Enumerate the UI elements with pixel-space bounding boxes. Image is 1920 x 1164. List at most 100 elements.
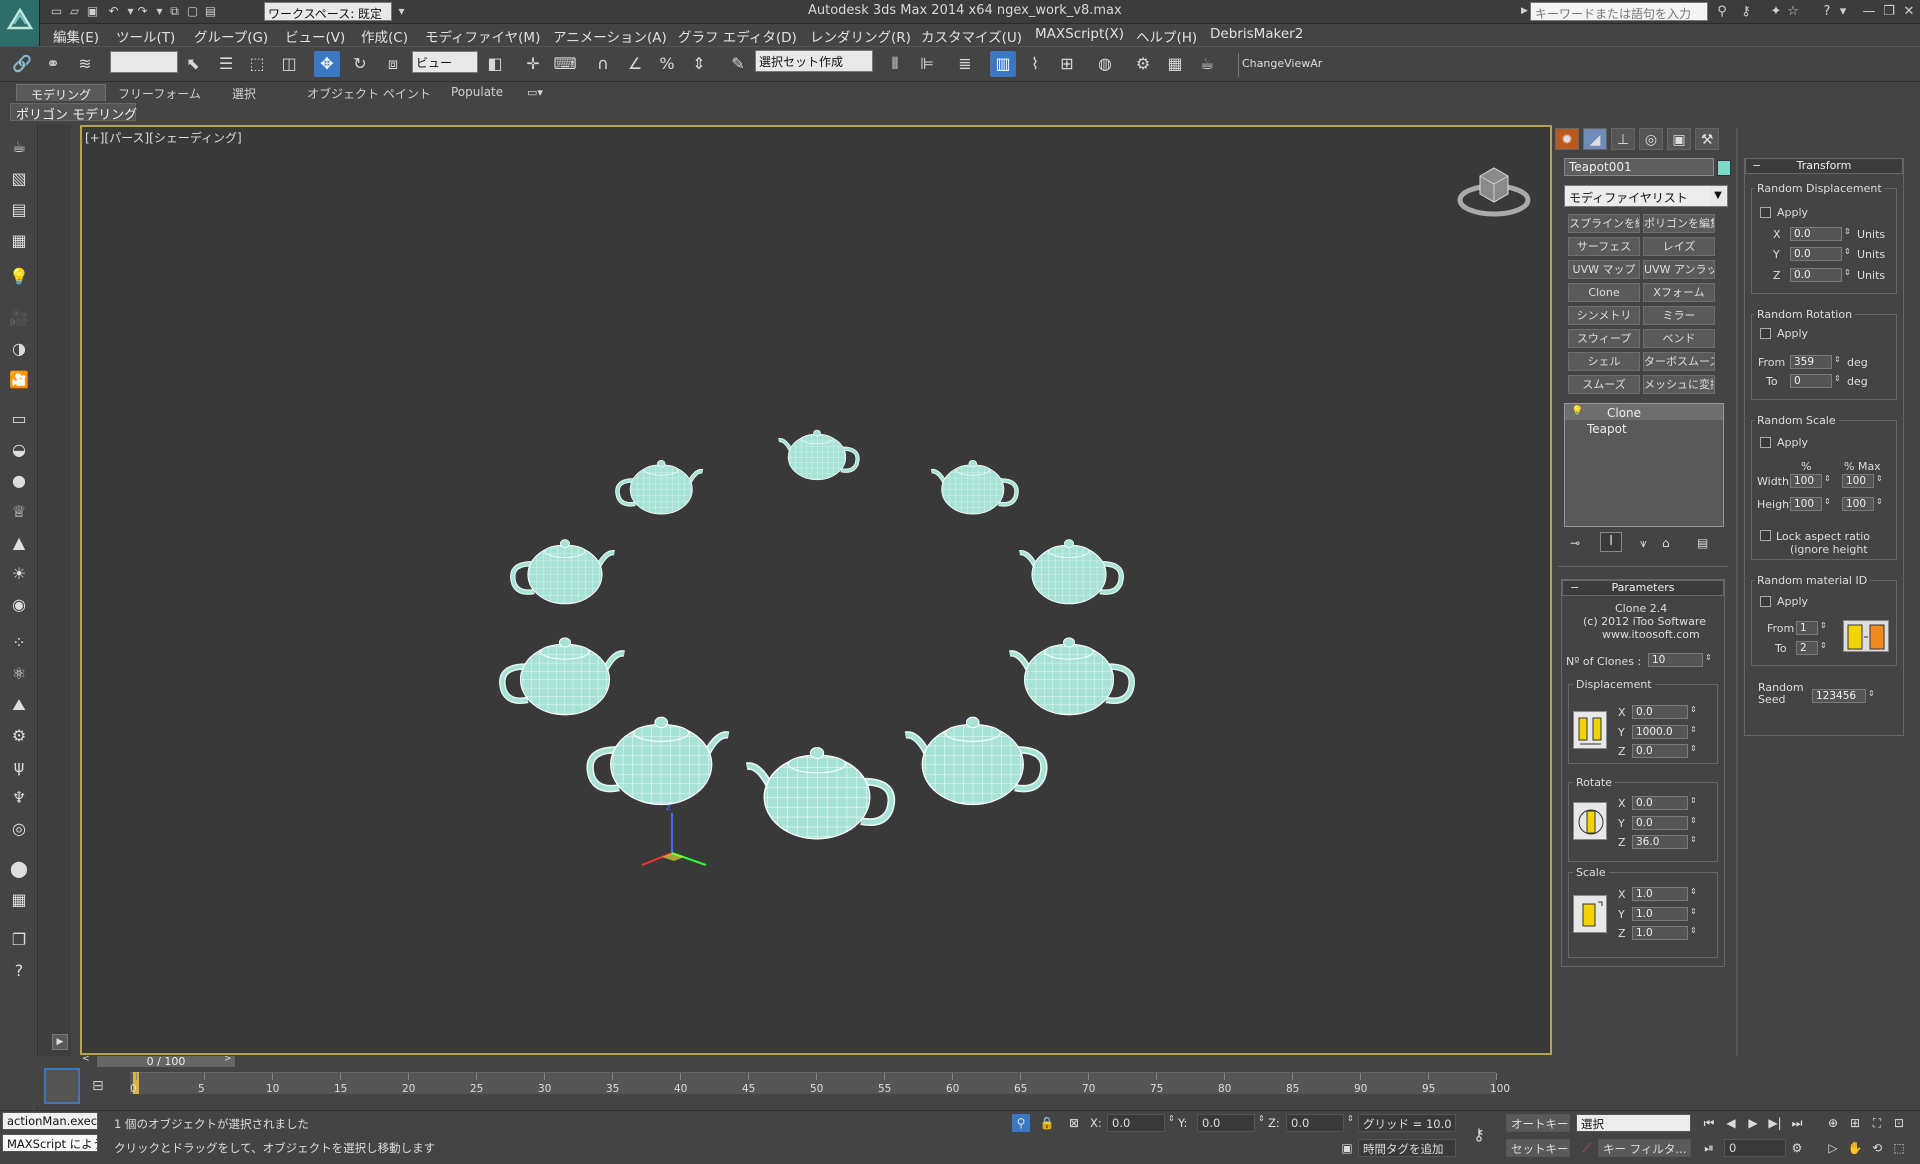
spinner-arrows-icon[interactable]: ⇕ [1876,497,1883,506]
spinner-arrows-icon[interactable]: ⇕ [1705,653,1712,662]
spinner-arrows-icon[interactable]: ⇕ [1824,474,1831,483]
object-color-swatch[interactable] [1717,160,1731,176]
teapot-object[interactable] [930,459,1019,515]
menu-debrismaker[interactable]: DebrisMaker2 [1210,26,1303,42]
spinner-arrows-icon[interactable]: ⇕ [1834,374,1841,383]
object-name-field[interactable]: Teapot001 [1564,158,1714,176]
orbit-icon[interactable]: ⟲ [1868,1139,1886,1157]
teapot-object[interactable] [1019,539,1124,605]
ribbon-panel-polygon-modeling[interactable]: ポリゴン モデリング [10,103,137,123]
gear-icon[interactable]: ⚙ [6,723,32,749]
mirror-icon[interactable]: ⫴ [882,51,908,77]
camera-icon[interactable]: 🎥 [6,305,32,331]
spinner-arrows-icon[interactable]: ⇕ [1690,705,1697,714]
dome-primitive-icon[interactable]: ◒ [6,437,32,463]
angle-snap-icon[interactable]: ∠ [622,51,648,77]
molecule-icon[interactable]: ⚛ [6,661,32,687]
redo-icon[interactable]: ↷ [134,3,151,19]
scale-y-spinner[interactable]: 1.0 [1632,907,1688,921]
go-to-start-icon[interactable]: ⏮ [1700,1114,1718,1132]
restore-window-icon[interactable]: ❐ [1880,3,1898,20]
teapot-object[interactable] [586,716,730,806]
key-mode-toggle-icon[interactable]: ⏯ [1700,1139,1718,1157]
auto-key-button[interactable]: オートキー [1506,1114,1570,1132]
spinner-arrows-icon[interactable]: ⇕ [1844,268,1851,277]
modbtn-convert-to-mesh[interactable]: メッシュに変換 [1643,375,1715,394]
select-and-link-icon[interactable]: 🔗 [9,51,35,77]
spinner-arrows-icon[interactable]: ⇕ [1820,641,1827,650]
add-time-tag-button[interactable]: 時間タグを追加 [1358,1139,1456,1157]
rot-x-spinner[interactable]: 0.0 [1632,796,1688,810]
modbtn-lathe[interactable]: レイズ [1643,237,1715,256]
rd-z-spinner[interactable]: 0.0 [1790,268,1842,282]
render-frame-icon[interactable]: ▧ [6,166,32,192]
absolute-mode-icon[interactable]: ⊠ [1065,1114,1083,1132]
select-and-scale-icon[interactable]: ⧈ [380,51,406,77]
render-production-icon[interactable]: ☕ [1194,51,1220,77]
spinner-arrows-icon[interactable]: ⇕ [1347,1114,1354,1123]
current-frame-field[interactable]: 0 [1724,1139,1786,1157]
modbtn-uvw-map[interactable]: UVW マップ [1568,260,1640,279]
rs-width-spinner[interactable]: 100 [1790,474,1822,488]
scale-z-spinner[interactable]: 1.0 [1632,926,1688,940]
material-sphere-icon[interactable]: ⬤ [6,856,32,882]
communication-center-icon[interactable]: ✦ [1767,3,1785,20]
rr-apply-checkbox[interactable] [1760,328,1771,339]
particles-icon[interactable]: ⁘ [6,630,32,656]
save-file-icon[interactable]: ▣ [84,3,101,19]
spinner-arrows-icon[interactable]: ⇕ [1168,1114,1175,1123]
menu-animation[interactable]: アニメーション(A) [553,26,667,46]
layer-manager-icon[interactable]: ≣ [952,51,978,77]
maxscript-listener-line-2[interactable]: MAXScript によう [2,1134,98,1152]
favorites-star-icon[interactable]: ☆ [1784,3,1802,20]
rot-z-spinner[interactable]: 36.0 [1632,835,1688,849]
cone-primitive-icon[interactable]: ▲ [6,530,32,556]
select-by-name-icon[interactable]: ☰ [213,51,239,77]
spinner-arrows-icon[interactable]: ⇕ [1690,796,1697,805]
rs-width-max-spinner[interactable]: 100 [1842,474,1874,488]
modbtn-edit-spline[interactable]: スプラインを編集 [1568,214,1640,233]
menu-rendering[interactable]: レンダリング(R) [810,26,911,46]
tab-populate[interactable]: Populate [437,84,517,101]
transform-rollout-header[interactable]: Transform [1745,158,1903,174]
spinner-arrows-icon[interactable]: ⇕ [1844,247,1851,256]
light-bulb-icon[interactable]: 💡 [6,264,32,290]
spinner-arrows-icon[interactable]: ⇕ [1844,227,1851,236]
rd-y-spinner[interactable]: 0.0 [1790,247,1842,261]
lightbulb-toggle-icon[interactable]: 💡 [1571,406,1583,417]
teapot-object[interactable] [499,637,625,716]
customize-quick-access-icon[interactable]: ▾ [393,3,410,19]
keyboard-shortcut-override-icon[interactable]: ⌨ [552,51,578,77]
menu-modifiers[interactable]: モディファイヤ(M) [425,26,540,46]
percent-snap-icon[interactable]: % [654,51,680,77]
lock-aspect-checkbox[interactable] [1760,530,1771,541]
hold-icon[interactable]: ⧉ [166,3,183,19]
layer-stack-icon[interactable]: ❐ [6,927,32,953]
expand-right-icon[interactable]: ▶ [52,1034,68,1050]
render-setup-icon[interactable]: ⚙ [1130,51,1156,77]
sound-icon[interactable]: ◑ [6,336,32,362]
teapot-object[interactable] [745,746,896,840]
selection-filter-dropdown[interactable] [110,51,178,73]
rd-x-spinner[interactable]: 0.0 [1790,227,1842,241]
stack-item-clone[interactable]: Clone [1607,406,1641,420]
play-icon[interactable]: ▶ [1744,1114,1762,1132]
modify-tab-icon[interactable]: ◢ [1583,128,1607,150]
make-unique-icon[interactable]: ⩛ [1640,536,1647,551]
field-of-view-icon[interactable]: ▷ [1824,1139,1842,1157]
pan-view-icon[interactable]: ✋ [1846,1139,1864,1157]
material-editor-icon[interactable]: ◍ [1092,51,1118,77]
isolate-selection-icon[interactable]: ⚲ [1012,1114,1030,1132]
menu-help[interactable]: ヘルプ(H) [1136,26,1197,46]
coord-y-field[interactable]: 0.0 [1197,1114,1255,1132]
modifier-list-dropdown[interactable]: モディファイヤリスト [1564,185,1728,207]
key-filters-button[interactable]: キー フィルタ... [1598,1139,1691,1157]
spinner-arrows-icon[interactable]: ⇕ [1690,744,1697,753]
menu-edit[interactable]: 編集(E) [53,26,99,46]
menu-group[interactable]: グループ(G) [194,26,268,46]
pivot-center-icon[interactable]: ◧ [482,51,508,77]
key-mode-dropdown[interactable]: 選択 [1576,1114,1691,1132]
tab-object-paint[interactable]: オブジェクト ペイント [293,84,445,101]
spinner-arrows-icon[interactable]: ⇕ [1690,907,1697,916]
named-selection-dropdown[interactable]: 選択セット作成 [755,50,873,72]
